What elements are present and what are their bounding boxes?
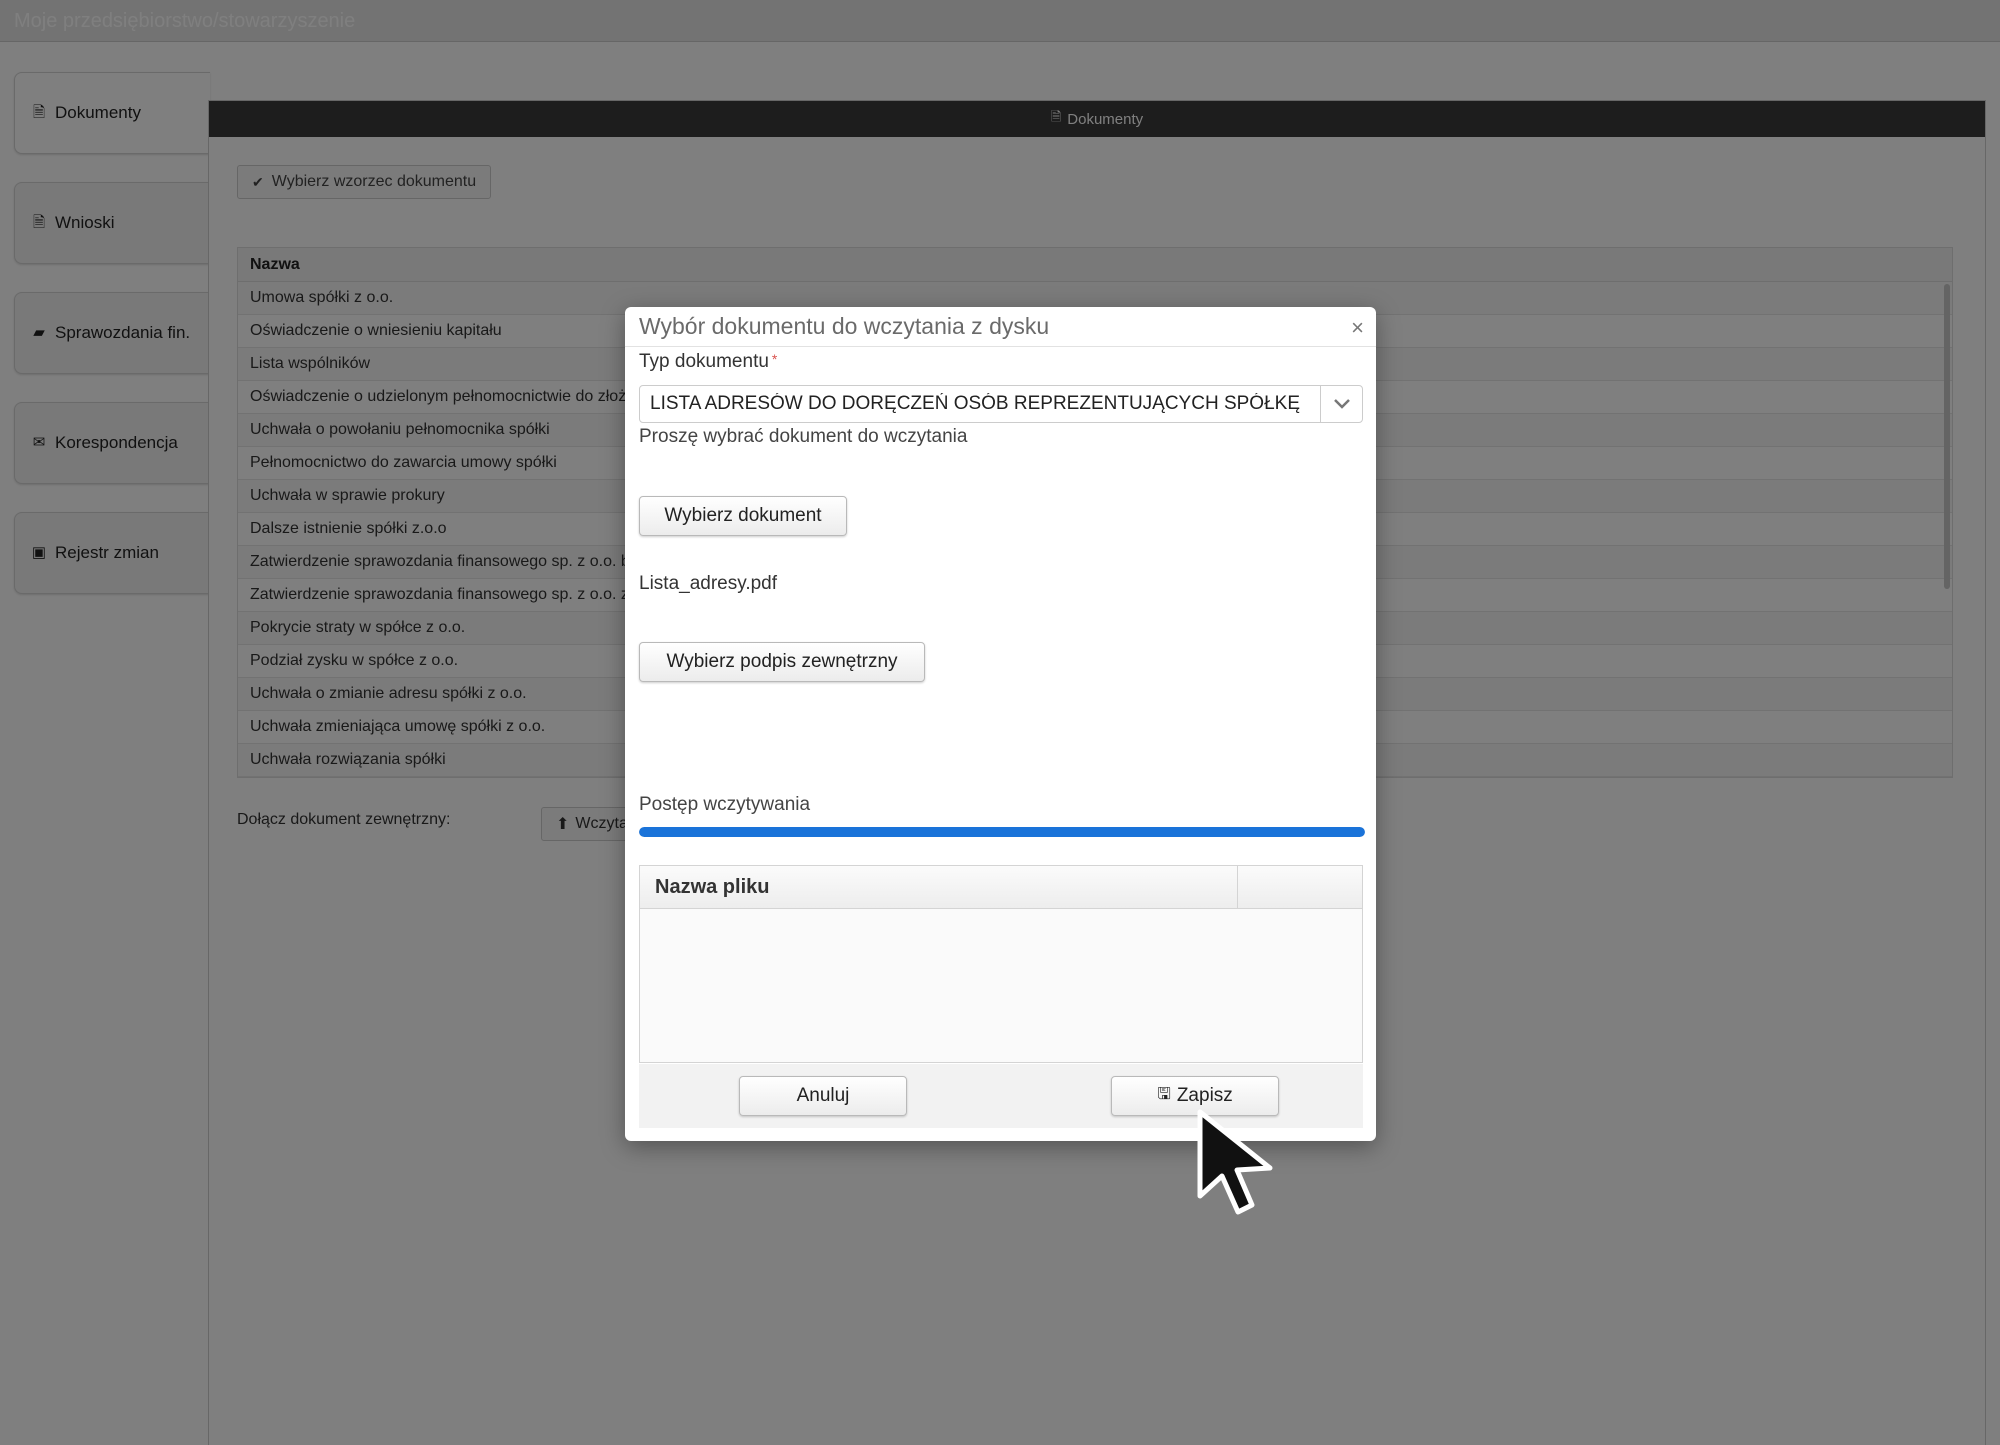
progress-label: Postęp wczytywania: [639, 794, 811, 815]
file-table-body: [640, 909, 1362, 1062]
mouse-pointer-icon: [1197, 1109, 1273, 1215]
floppy-disk-icon: 🖫: [1157, 1085, 1171, 1103]
close-icon[interactable]: ×: [1351, 315, 1364, 341]
document-type-value: LISTA ADRESÓW DO DORĘCZEŃ OSÓB REPREZENT…: [650, 393, 1300, 414]
required-mark: *: [771, 351, 778, 367]
file-table: Nazwa pliku: [639, 865, 1363, 1063]
choose-document-hint: Proszę wybrać dokument do wczytania: [639, 426, 968, 447]
document-type-select[interactable]: LISTA ADRESÓW DO DORĘCZEŃ OSÓB REPREZENT…: [639, 385, 1363, 423]
choose-document-button[interactable]: Wybierz dokument: [639, 496, 847, 536]
upload-progress-fill: [639, 827, 1365, 837]
chevron-down-icon[interactable]: [1320, 386, 1362, 422]
dialog-header: Wybór dokumentu do wczytania z dysku: [625, 307, 1376, 347]
selected-file-name: Lista_adresy.pdf: [639, 573, 778, 594]
save-button-label: Zapisz: [1176, 1085, 1233, 1106]
upload-progress-bar: [639, 827, 1365, 837]
file-table-header-actions: [1238, 866, 1362, 908]
file-table-header-row: Nazwa pliku: [640, 866, 1362, 909]
document-type-label-text: Typ dokumentu: [639, 351, 769, 372]
document-type-label: Typ dokumentu *: [639, 351, 777, 373]
upload-dialog: Wybór dokumentu do wczytania z dysku × T…: [625, 307, 1376, 1141]
choose-signature-button[interactable]: Wybierz podpis zewnętrzny: [639, 642, 925, 682]
dialog-title: Wybór dokumentu do wczytania z dysku: [639, 313, 1050, 339]
cancel-button[interactable]: Anuluj: [739, 1076, 907, 1116]
file-table-header-name[interactable]: Nazwa pliku: [640, 866, 1238, 908]
